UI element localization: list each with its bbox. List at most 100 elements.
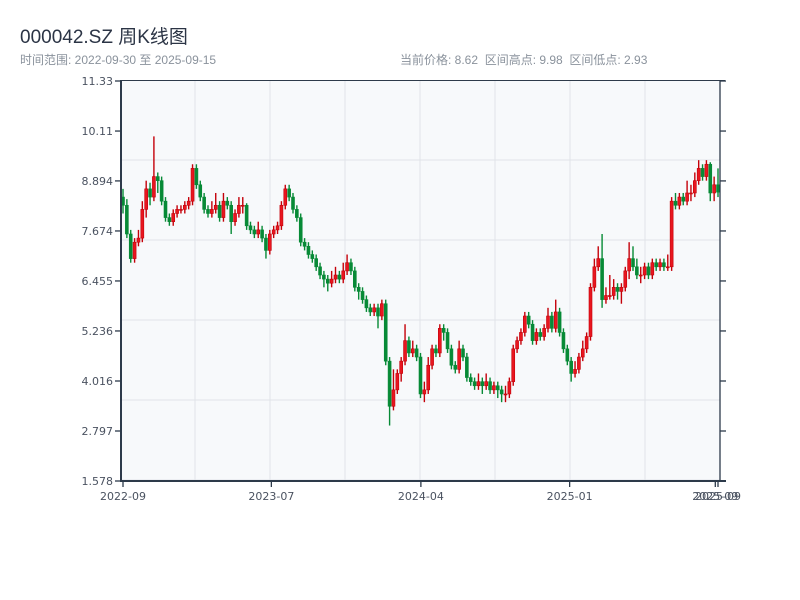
candle-body (561, 332, 566, 350)
candle-body (468, 377, 473, 382)
candle-body (302, 241, 307, 247)
candle-up (669, 197, 674, 271)
candle-body (202, 196, 206, 210)
x-tick-label: 2025-01 (547, 490, 593, 503)
candle-body (472, 381, 477, 387)
candle-body (441, 328, 446, 333)
candle-body (418, 356, 423, 395)
candle-body (662, 262, 666, 268)
candle-body (237, 204, 241, 214)
candle-body (457, 348, 461, 370)
candle-body (264, 237, 268, 251)
candle-body (152, 176, 156, 198)
candle-body (159, 180, 164, 202)
candle-down (383, 299, 388, 366)
y-tick-label: 6.455 (82, 275, 114, 288)
candle-body (615, 287, 620, 292)
candle-body (349, 262, 353, 272)
candle-body (677, 196, 682, 206)
candle-body (410, 348, 415, 354)
candle-body (372, 307, 376, 313)
candle-body (325, 278, 330, 284)
candle-body (480, 381, 485, 387)
candle-body (642, 266, 647, 276)
candle-body (144, 188, 148, 210)
candle-body (148, 188, 152, 198)
candle-body (345, 262, 349, 272)
candle-body (368, 307, 373, 313)
candle-body (573, 369, 577, 374)
candle-body (530, 323, 535, 341)
x-tick-label: 2022-09 (100, 490, 146, 503)
candle-body (499, 389, 504, 395)
candle-body (588, 287, 593, 337)
candle-body (422, 389, 427, 395)
candle-body (488, 381, 492, 391)
candle-body (229, 204, 233, 222)
candle-body (495, 385, 500, 391)
candle-body (140, 209, 145, 239)
candle-body (465, 356, 469, 378)
candle-body (453, 364, 458, 370)
candle-body (283, 188, 288, 206)
candle-body (565, 348, 570, 362)
candle-body (376, 307, 380, 317)
candle-body (380, 303, 384, 317)
candle-body (364, 299, 369, 309)
candle-body (322, 274, 326, 280)
candle-body (438, 328, 442, 354)
candle-body (183, 204, 187, 210)
candle-body (225, 200, 230, 206)
candle-body (194, 168, 199, 186)
candle-body (538, 332, 543, 337)
candle-body (584, 336, 589, 350)
x-tick-label: 2023-07 (248, 490, 294, 503)
candle-body (542, 328, 546, 337)
candle-body (271, 229, 276, 235)
candle-body (507, 381, 512, 395)
candle-body (650, 262, 655, 276)
candle-body (503, 393, 508, 396)
candle-body (669, 200, 674, 268)
candle-body (268, 233, 272, 251)
candle-body (596, 258, 601, 268)
candle-body (217, 204, 222, 218)
candle-body (353, 270, 357, 288)
candle-down (418, 352, 423, 399)
candle-body (608, 295, 612, 297)
candle-body (693, 180, 697, 194)
candle-body (600, 258, 604, 300)
candle-body (461, 348, 465, 358)
candle-down (298, 213, 303, 247)
candle-body (403, 340, 407, 362)
candle-down (244, 203, 249, 230)
candle-up (438, 324, 442, 358)
candle-body (635, 266, 639, 276)
candle-body (681, 196, 686, 202)
candle-body (298, 217, 303, 243)
candle-body (534, 332, 539, 341)
y-tick-label: 4.016 (82, 375, 114, 388)
candle-body (414, 348, 419, 358)
candle-body (445, 332, 450, 350)
candle-body (206, 209, 210, 214)
y-tick-label: 5.236 (82, 325, 114, 338)
candle-body (356, 287, 361, 292)
candle-body (318, 266, 322, 276)
candle-body (391, 389, 396, 407)
candle-body (383, 303, 388, 362)
candle-body (685, 192, 689, 202)
candle-body (515, 340, 519, 350)
candle-body (619, 287, 624, 292)
candle-body (580, 348, 585, 358)
candle-body (275, 225, 280, 231)
candle-body (665, 266, 670, 269)
candle-body (186, 200, 191, 206)
y-tick-label: 8.894 (82, 175, 114, 188)
candle-body (708, 163, 713, 194)
candle-body (434, 348, 438, 354)
candle-body (233, 213, 237, 222)
candle-body (132, 241, 137, 259)
candle-body (213, 204, 218, 210)
candle-body (279, 204, 284, 227)
